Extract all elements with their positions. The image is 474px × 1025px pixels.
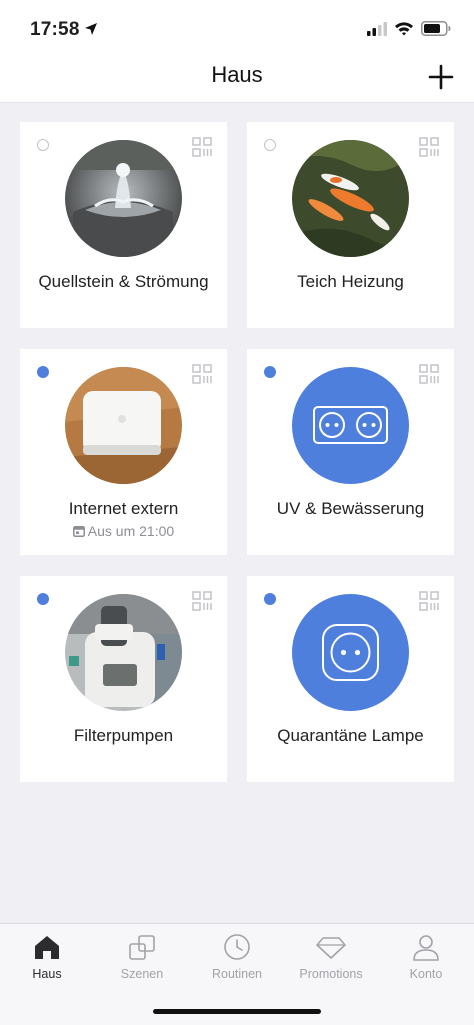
house-icon bbox=[35, 936, 59, 959]
device-card-quarantaene-lampe[interactable]: Quarantäne Lampe bbox=[247, 576, 454, 782]
qr-code-icon[interactable] bbox=[192, 591, 212, 611]
status-bar: 17:58 bbox=[0, 0, 474, 52]
online-status-dot bbox=[264, 593, 276, 605]
device-card-internet-extern[interactable]: Internet extern Aus um 21:00 bbox=[20, 349, 227, 555]
online-status-dot bbox=[264, 366, 276, 378]
double-socket-icon bbox=[292, 367, 409, 484]
tab-label: Haus bbox=[32, 967, 62, 981]
device-name: Quellstein & Strömung bbox=[38, 272, 209, 291]
add-device-button[interactable] bbox=[426, 62, 456, 92]
qr-code-icon[interactable] bbox=[419, 364, 439, 384]
schedule-text: Aus um 21:00 bbox=[87, 523, 175, 539]
tab-promotions[interactable]: Promotions bbox=[284, 932, 378, 981]
device-name: Filterpumpen bbox=[73, 726, 174, 745]
tab-label: Routinen bbox=[211, 967, 263, 981]
qr-code-icon[interactable] bbox=[419, 591, 439, 611]
schedule-indicator: Aus um 21:00 bbox=[20, 523, 227, 539]
online-status-dot bbox=[37, 593, 49, 605]
tab-label: Szenen bbox=[120, 967, 164, 981]
device-name: Internet extern bbox=[68, 499, 179, 518]
diamond-icon bbox=[316, 937, 346, 959]
clock-icon bbox=[224, 934, 250, 960]
tab-haus[interactable]: Haus bbox=[0, 932, 94, 981]
online-status-dot bbox=[37, 366, 49, 378]
person-icon bbox=[413, 935, 439, 961]
device-name: Quarantäne Lampe bbox=[277, 726, 424, 745]
qr-code-icon[interactable] bbox=[419, 137, 439, 157]
navigation-bar: Haus bbox=[0, 52, 474, 103]
tab-konto[interactable]: Konto bbox=[379, 932, 473, 981]
battery-icon bbox=[421, 21, 451, 36]
qr-code-icon[interactable] bbox=[192, 364, 212, 384]
device-card-quellstein[interactable]: Quellstein & Strömung bbox=[20, 122, 227, 328]
tab-routinen[interactable]: Routinen bbox=[190, 932, 284, 981]
page-title: Haus bbox=[211, 62, 263, 87]
device-photo-plug bbox=[65, 594, 182, 711]
location-arrow-icon bbox=[85, 23, 97, 35]
device-card-uv-bewaesserung[interactable]: UV & Bewässerung bbox=[247, 349, 454, 555]
device-name: Teich Heizung bbox=[297, 272, 404, 291]
device-name: UV & Bewässerung bbox=[276, 499, 425, 518]
offline-status-dot bbox=[264, 139, 276, 151]
device-card-filterpumpen[interactable]: Filterpumpen bbox=[20, 576, 227, 782]
cellular-signal-icon bbox=[367, 22, 387, 36]
device-card-teich-heizung[interactable]: Teich Heizung bbox=[247, 122, 454, 328]
tab-szenen[interactable]: Szenen bbox=[95, 932, 189, 981]
device-photo-router bbox=[65, 367, 182, 484]
wifi-icon bbox=[395, 22, 413, 36]
qr-code-icon[interactable] bbox=[192, 137, 212, 157]
single-socket-icon bbox=[292, 594, 409, 711]
home-indicator bbox=[153, 1009, 321, 1014]
status-time: 17:58 bbox=[30, 19, 80, 40]
tab-label: Konto bbox=[409, 967, 443, 981]
device-photo-fountain bbox=[65, 140, 182, 257]
device-photo-koi-pond bbox=[292, 140, 409, 257]
calendar-icon bbox=[72, 526, 85, 537]
offline-status-dot bbox=[37, 139, 49, 151]
scenes-icon bbox=[129, 935, 155, 960]
tab-label: Promotions bbox=[299, 967, 363, 981]
